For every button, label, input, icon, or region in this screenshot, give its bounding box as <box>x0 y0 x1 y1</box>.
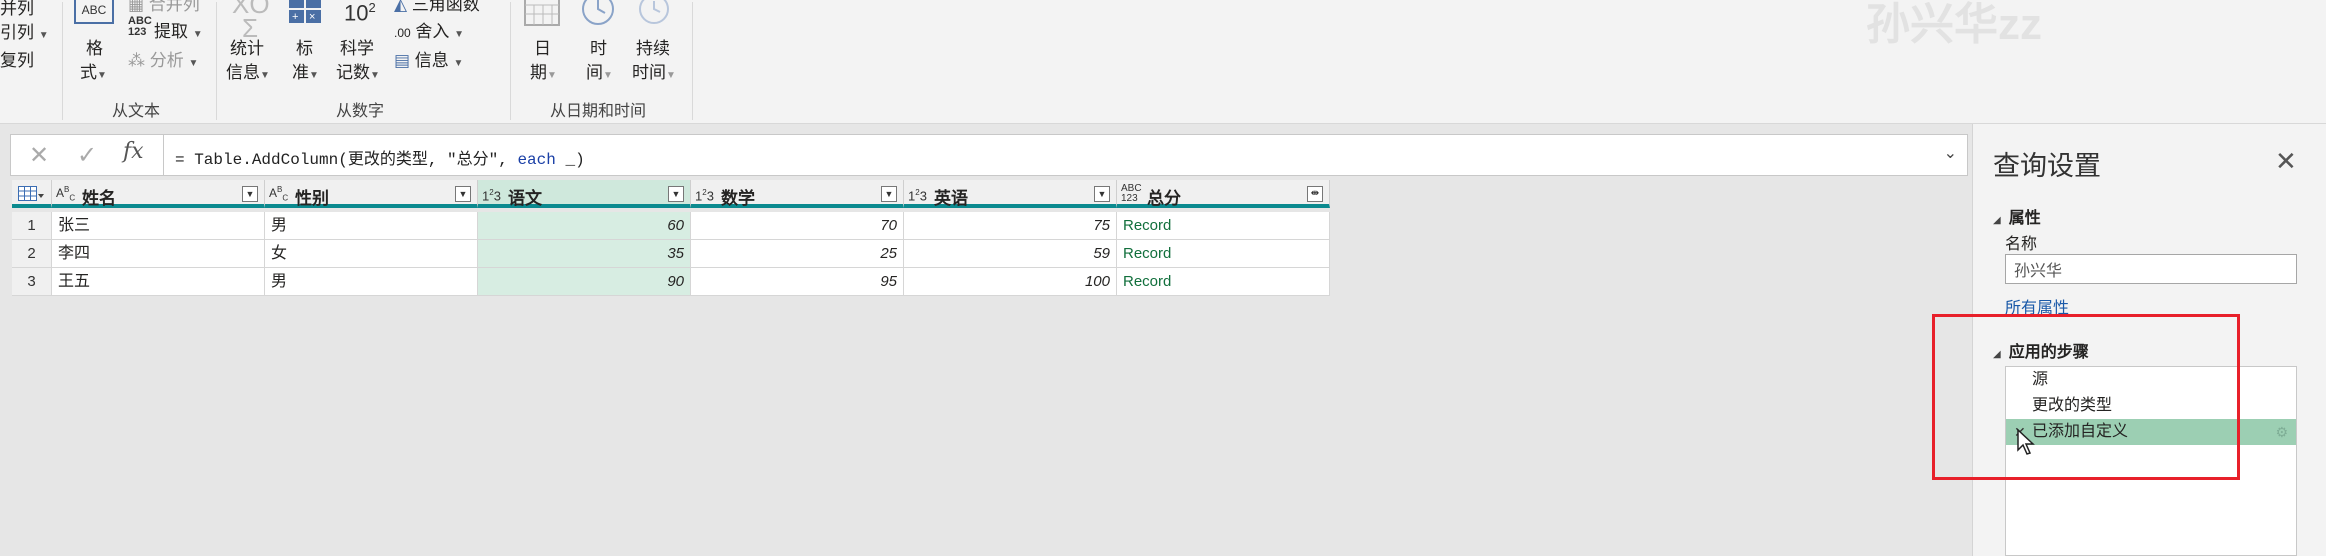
table-cell[interactable]: 95 <box>691 268 904 296</box>
column-header-total[interactable]: ABC 123 总分 ⇹ <box>1117 180 1330 208</box>
time-label[interactable]: 时 <box>590 34 607 59</box>
svg-text:+: + <box>292 11 298 23</box>
filter-dropdown-icon[interactable]: ▼ <box>455 186 471 202</box>
analyze-button[interactable]: ⁂ 分析 ▼ <box>128 46 198 71</box>
formula-separator <box>163 135 164 175</box>
merge-columns-button[interactable]: ▦ 合并列 <box>128 0 200 15</box>
info-button[interactable]: ▤ 信息 ▼ <box>394 46 463 71</box>
fx-icon[interactable]: fx <box>123 139 144 164</box>
date-button[interactable]: 期▼ <box>530 58 557 83</box>
commit-icon[interactable]: ✓ <box>77 141 97 170</box>
scientific-icon: 102 <box>344 0 376 26</box>
ribbon-separator <box>510 2 511 120</box>
extract-icon: ABC 123 <box>128 15 152 38</box>
column-header-chinese[interactable]: 123 语文 ▼ <box>478 180 691 208</box>
svg-text:×: × <box>309 11 315 23</box>
formula-input[interactable]: = Table.AddColumn(更改的类型, "总分", each _) <box>175 145 585 169</box>
number-type-icon[interactable]: 123 <box>908 188 927 202</box>
table-cell[interactable]: 59 <box>904 240 1117 268</box>
duration-icon <box>636 0 672 33</box>
group-label-text: 从文本 <box>112 103 161 120</box>
column-header-math[interactable]: 123 数学 ▼ <box>691 180 904 208</box>
group-label-number: 从数字 <box>336 103 385 120</box>
close-icon[interactable]: ✕ <box>2275 146 2297 177</box>
table-cell[interactable]: 35 <box>478 240 691 268</box>
format-label-1[interactable]: 格 <box>86 34 103 59</box>
collapse-triangle-icon[interactable]: ◢ <box>1993 215 2001 226</box>
calendar-icon <box>524 0 560 31</box>
time-button[interactable]: 间▼ <box>586 58 613 83</box>
scientific-button[interactable]: 记数▼ <box>336 58 380 83</box>
column-header-gender[interactable]: ABC 性别 ▼ <box>265 180 478 208</box>
gear-icon[interactable]: ⚙ <box>2275 419 2288 445</box>
ribbon-item-index[interactable]: 引列 ▼ <box>0 18 49 43</box>
ribbon-separator <box>62 2 63 120</box>
date-label[interactable]: 日 <box>534 34 551 59</box>
annotation-highlight-box <box>1932 314 2240 480</box>
standard-button[interactable]: 准▼ <box>292 58 319 83</box>
watermark: 孙兴华zz <box>1866 0 2042 49</box>
standard-label[interactable]: 标 <box>296 34 313 59</box>
rounding-button[interactable]: .00 舍入 ▼ <box>394 17 464 42</box>
format-icon: ABC <box>74 0 114 24</box>
column-header-english[interactable]: 123 英语 ▼ <box>904 180 1117 208</box>
clock-icon <box>580 0 616 33</box>
name-label: 名称 <box>2005 236 2038 253</box>
group-label-datetime: 从日期和时间 <box>550 103 647 120</box>
trig-button[interactable]: ◭ 三角函数 <box>394 0 480 15</box>
query-name-input[interactable] <box>2005 254 2297 284</box>
ribbon-item-duplicate[interactable]: 复列 <box>0 46 34 71</box>
number-type-icon[interactable]: 123 <box>695 188 714 202</box>
row-number[interactable]: 1 <box>12 212 52 240</box>
expand-formula-icon[interactable]: ⌄ <box>1944 143 1957 163</box>
table-menu-button[interactable] <box>12 180 52 208</box>
filter-dropdown-icon[interactable]: ▼ <box>668 186 684 202</box>
duration-button[interactable]: 时间▼ <box>632 58 676 83</box>
table-cell[interactable]: 李四 <box>52 240 265 268</box>
row-number[interactable]: 2 <box>12 240 52 268</box>
filter-dropdown-icon[interactable]: ▼ <box>242 186 258 202</box>
record-link[interactable]: Record <box>1117 240 1330 268</box>
row-number[interactable]: 3 <box>12 268 52 296</box>
filter-dropdown-icon[interactable]: ▼ <box>881 186 897 202</box>
scientific-label[interactable]: 科学 <box>340 34 374 59</box>
ribbon-separator <box>692 2 693 120</box>
table-cell[interactable]: 女 <box>265 240 478 268</box>
text-type-icon[interactable]: ABC <box>269 185 288 203</box>
ribbon-item-merge[interactable]: 并列 <box>0 0 34 19</box>
expand-column-icon[interactable]: ⇹ <box>1307 186 1323 202</box>
duration-label[interactable]: 持续 <box>636 34 670 59</box>
ribbon: 并列 引列 ▼ 复列 ABC 格 式▼ ▦ 合并列 ABC 123 提取 ▼ ⁂ … <box>0 0 2326 124</box>
table-cell[interactable]: 100 <box>904 268 1117 296</box>
table-cell[interactable]: 75 <box>904 212 1117 240</box>
format-button[interactable]: 式▼ <box>80 58 107 83</box>
statistics-label[interactable]: 统计 <box>230 34 264 59</box>
cancel-icon[interactable]: ✕ <box>29 141 49 170</box>
column-header-name[interactable]: ABC 姓名 ▼ <box>52 180 265 208</box>
query-settings-title: 查询设置 <box>1993 151 2101 181</box>
table-cell[interactable]: 张三 <box>52 212 265 240</box>
table-cell[interactable]: 70 <box>691 212 904 240</box>
any-type-icon[interactable]: ABC 123 <box>1121 184 1142 204</box>
text-type-icon[interactable]: ABC <box>56 185 75 203</box>
ribbon-separator <box>216 2 217 120</box>
table-cell[interactable]: 60 <box>478 212 691 240</box>
properties-section[interactable]: ◢ 属性 <box>1993 204 2041 228</box>
standard-icon: + × <box>288 0 322 24</box>
record-link[interactable]: Record <box>1117 268 1330 296</box>
record-link[interactable]: Record <box>1117 212 1330 240</box>
mouse-cursor-icon <box>2016 428 2036 461</box>
statistics-button[interactable]: 信息▼ <box>226 58 270 83</box>
table-cell[interactable]: 25 <box>691 240 904 268</box>
table-cell[interactable]: 90 <box>478 268 691 296</box>
table-cell[interactable]: 男 <box>265 268 478 296</box>
table-cell[interactable]: 王五 <box>52 268 265 296</box>
table-cell[interactable]: 男 <box>265 212 478 240</box>
formula-bar: ✕ ✓ fx = Table.AddColumn(更改的类型, "总分", ea… <box>10 134 1968 176</box>
filter-dropdown-icon[interactable]: ▼ <box>1094 186 1110 202</box>
number-type-icon[interactable]: 123 <box>482 188 501 202</box>
extract-button[interactable]: 提取 ▼ <box>154 17 203 42</box>
